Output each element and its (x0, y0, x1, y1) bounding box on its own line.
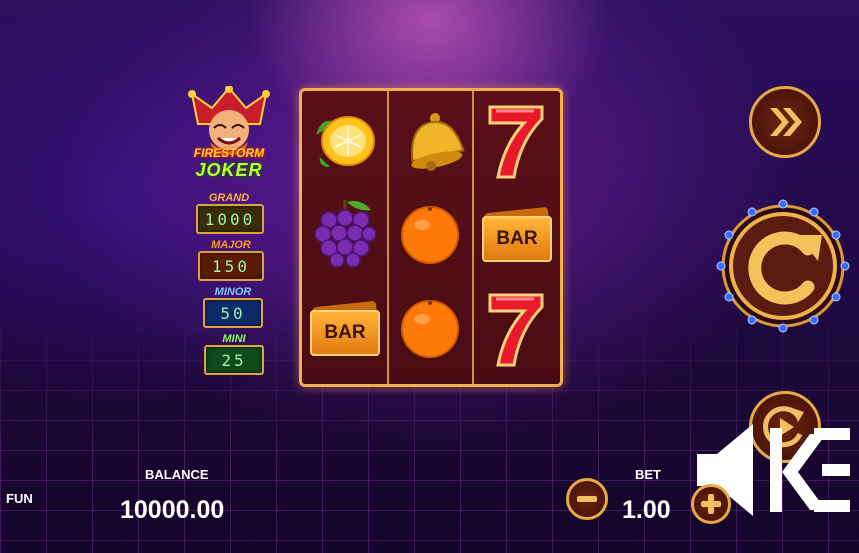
turbo-button[interactable] (749, 86, 821, 158)
symbol-lemon (302, 93, 386, 189)
symbol-seven (474, 93, 558, 189)
reel-1: BAR (302, 91, 386, 384)
lemon-icon (316, 116, 375, 167)
jackpot-major-value: 150 (198, 251, 264, 281)
orange-icon (401, 300, 459, 358)
jackpot-grand-value: 1000 (196, 204, 264, 234)
symbol-bar: BAR (302, 281, 386, 377)
seven-icon (488, 293, 544, 367)
bet-value: 1.00 (622, 496, 671, 524)
bet-increase-button[interactable] (691, 484, 731, 524)
game-mode-label: FUN (6, 491, 33, 506)
reel-grid: BAR BAR (299, 88, 563, 387)
jackpot-major-label: MAJOR (211, 239, 251, 251)
bet-decrease-button[interactable] (566, 478, 608, 520)
balance-label: BALANCE (145, 467, 209, 482)
balance-value: 10000.00 (120, 496, 225, 524)
grapes-icon (314, 200, 377, 268)
symbol-orange (388, 281, 472, 377)
symbol-bell (388, 93, 472, 189)
jackpot-mini-label: MINI (222, 333, 246, 345)
jackpot-minor-value: 50 (203, 298, 263, 328)
bet-label: BET (635, 467, 661, 482)
logo-title-line1: FIRESTORM (193, 146, 265, 160)
bell-icon (411, 113, 465, 171)
menu-icon (770, 428, 850, 512)
plus-icon (701, 494, 721, 514)
reel-3: BAR (474, 91, 558, 384)
symbol-bar: BAR (474, 187, 558, 283)
menu-button[interactable] (766, 420, 852, 520)
symbol-orange (388, 187, 472, 283)
minus-icon (577, 496, 597, 502)
logo-title-line2: JOKER (195, 160, 263, 180)
seven-icon (488, 105, 544, 179)
bar-label: BAR (482, 216, 552, 262)
bar-label: BAR (310, 310, 380, 356)
spin-button[interactable] (716, 199, 850, 333)
orange-icon (401, 206, 459, 264)
spin-arrow-icon (716, 199, 850, 333)
game-logo: FIRESTORM JOKER (188, 85, 270, 186)
reel-2 (388, 91, 472, 384)
jackpot-grand-label: GRAND (208, 192, 250, 204)
jackpot-mini-value: 25 (204, 345, 264, 375)
double-chevron-right-icon (770, 108, 802, 136)
symbol-seven (474, 281, 558, 377)
jackpot-minor-label: MINOR (214, 286, 252, 298)
symbol-grapes (302, 187, 386, 283)
